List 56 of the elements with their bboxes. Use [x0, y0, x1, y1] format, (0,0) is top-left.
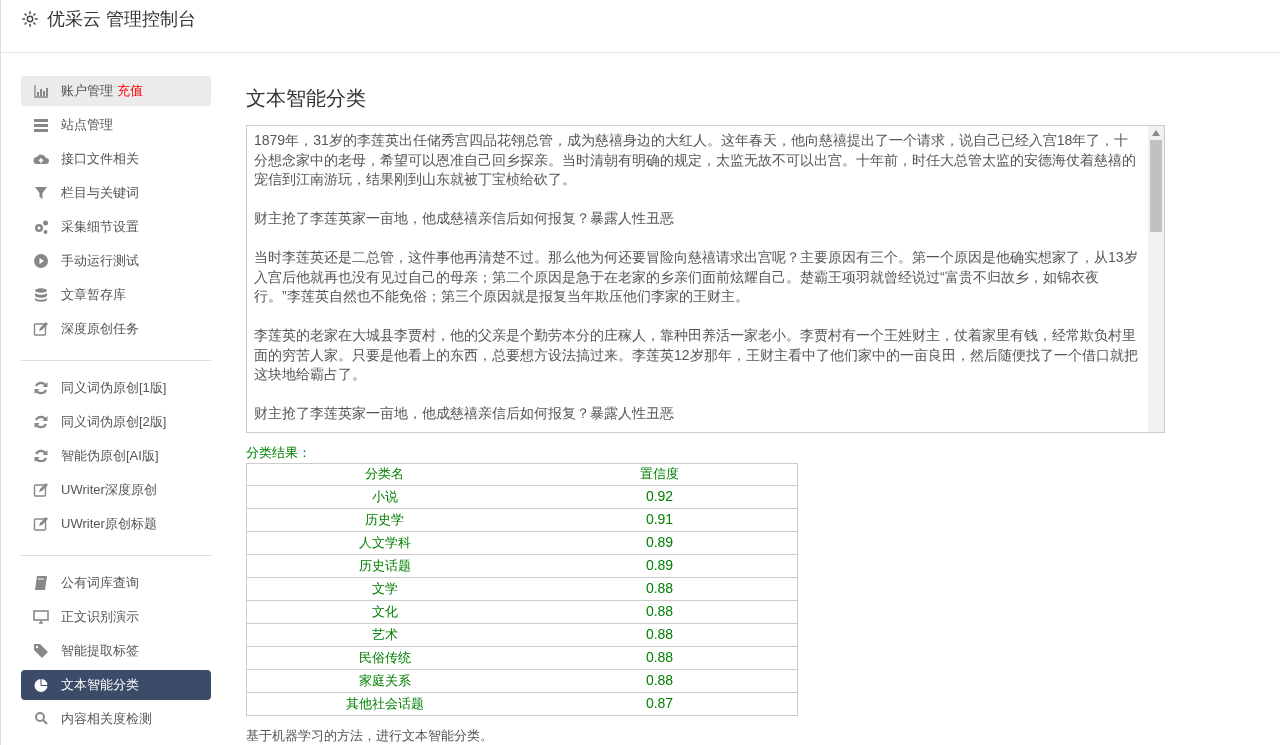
monitor-icon: [33, 609, 49, 625]
play-icon: [33, 253, 49, 269]
menu-label: 账户管理: [61, 82, 113, 101]
page-title: 文本智能分类: [246, 86, 367, 111]
table-cell: 人文学科: [246, 531, 522, 554]
column-header: 分类名: [246, 463, 522, 485]
refresh-icon: [33, 414, 49, 430]
table-cell: 艺术: [246, 623, 522, 646]
paragraph-text: 当时李莲英还是二总管，这件事他再清楚不过。那么他为何还要冒险向慈禧请求出宫呢？主要原因有三个。第一个原因是他确实想家了，从13岁入宫后他就再也没有见过自己的母亲；第二个原因是急于在老家的乡亲们面前炫耀自己。楚霸王项羽就曾经说过“富贵不归故乡，如锦衣夜行。”李莲英自然也不能免俗；第三个原因就是报复当年欺压他们李家的王财主。: [254, 248, 1139, 306]
bar-chart-icon: [33, 83, 49, 99]
table-cell: 文学: [246, 577, 522, 600]
table-cell: 0.92: [522, 485, 798, 508]
pie-chart-icon: [33, 677, 49, 693]
table-cell: 文化: [246, 600, 522, 623]
text-area[interactable]: [246, 125, 1165, 433]
search-icon: [33, 711, 49, 727]
column-header: 置信度: [522, 463, 798, 485]
table-cell: 0.88: [522, 577, 798, 600]
paragraph-text: 李莲英的老家在大城县李贾村，他的父亲是个勤劳本分的庄稼人，靠种田养活一家老小。李贾村有一个王姓财主，仗着家里有钱，经常欺负村里面的穷苦人家。只要是他看上的东西，总要想方设法搞过来。李莲英12岁那年，王财主看中了他们家中的一亩良田，然后随便找了一个借口就把这块地给霸占了。: [254, 326, 1139, 384]
table-cell: 其他社会话题: [246, 692, 522, 715]
table-cell: 历史话题: [246, 554, 522, 577]
edit-icon: [33, 482, 49, 498]
paragraph-text: 1879年，31岁的李莲英出任储秀宫四品花翎总管，成为慈禧身边的大红人。这年春天，他向慈禧提出了一个请求，说自己已经入宫18年了，十分想念家中的老母，希望可以恩准自己回乡探亲。当时清朝有明确的规定，太监无故不可以出宫。十年前，时任大总管太监的安德海仗着慈禧的宠信到江南游玩，结果刚到山东就被丁宝桢给砍了。: [254, 131, 1137, 189]
table-cell: 0.89: [522, 531, 798, 554]
table-cell: 0.88: [522, 623, 798, 646]
book-icon: [33, 575, 49, 591]
description-text: 基于机器学习的方法，进行文本智能分类。: [246, 726, 494, 745]
filter-icon: [33, 185, 49, 201]
scroll-up-icon[interactable]: [1152, 130, 1160, 136]
edit-icon: [33, 321, 49, 337]
sidebar-item[interactable]: 账户管理 充值: [21, 76, 211, 106]
table-cell: 0.91: [522, 508, 798, 531]
table-cell: 历史学: [246, 508, 522, 531]
tag-icon: [33, 643, 49, 659]
refresh-icon: [33, 448, 49, 464]
refresh-icon: [33, 380, 49, 396]
table-cell: 0.89: [522, 554, 798, 577]
sidebar-item[interactable]: 文本智能分类: [21, 670, 211, 700]
table-cell: 民俗传统: [246, 646, 522, 669]
scrollbar[interactable]: [1148, 126, 1164, 432]
table-cell: 0.88: [522, 646, 798, 669]
database-icon: [33, 287, 49, 303]
console-title: 优采云 管理控制台: [47, 7, 196, 31]
edit-icon: [33, 516, 49, 532]
paragraph-text: 财主抢了李莲英家一亩地，他成慈禧亲信后如何报复？暴露人性丑恶: [254, 404, 675, 423]
table-cell: 0.88: [522, 669, 798, 692]
table-cell: 家庭关系: [246, 669, 522, 692]
server-icon: [33, 117, 49, 133]
scrollbar-thumb[interactable]: [1150, 140, 1162, 232]
table-cell: 0.88: [522, 600, 798, 623]
settings-icon: [21, 10, 39, 28]
gears-icon: [33, 219, 49, 235]
result-label: 分类结果：: [246, 444, 312, 462]
table-cell: 0.87: [522, 692, 798, 715]
paragraph-text: 财主抢了李莲英家一亩地，他成慈禧亲信后如何报复？暴露人性丑恶: [254, 209, 675, 228]
table-cell: 小说: [246, 485, 522, 508]
